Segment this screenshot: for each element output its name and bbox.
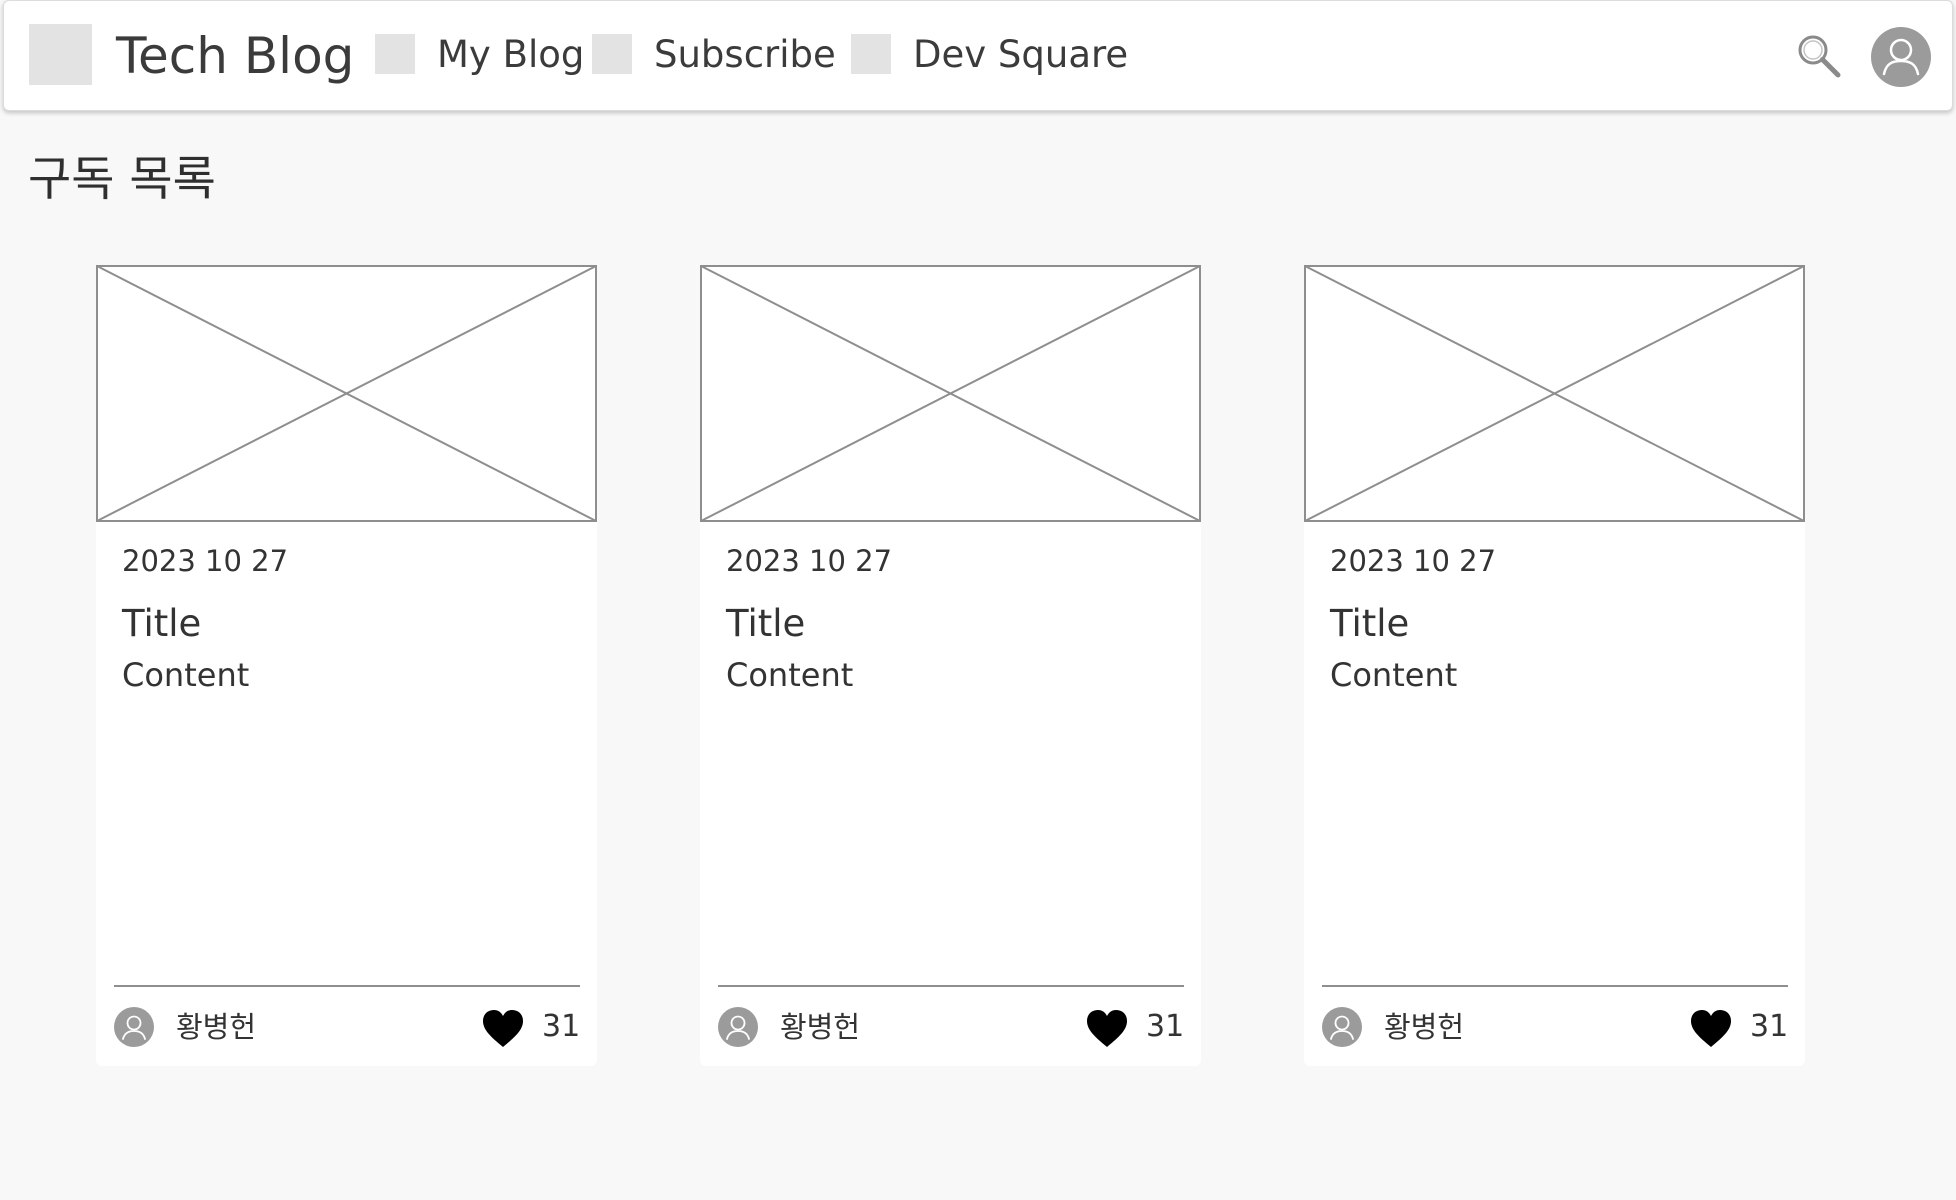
page-title: 구독 목록 <box>28 152 216 207</box>
image-placeholder-icon <box>96 265 597 522</box>
nav-item-subscribe[interactable]: Subscribe <box>592 31 836 77</box>
post-date: 2023 10 27 <box>122 544 289 578</box>
author-avatar-icon[interactable] <box>718 1007 758 1047</box>
post-card[interactable]: 2023 10 27 Title Content 황병헌 31 <box>96 265 597 1066</box>
nav-item-dev-square[interactable]: Dev Square <box>851 31 1128 77</box>
user-avatar-icon[interactable] <box>1870 26 1932 88</box>
post-date: 2023 10 27 <box>726 544 893 578</box>
placeholder-icon <box>851 34 891 74</box>
placeholder-icon <box>592 34 632 74</box>
like-count: 31 <box>1146 1009 1185 1044</box>
nav-item-my-blog[interactable]: My Blog <box>375 31 584 77</box>
app-title[interactable]: Tech Blog <box>116 23 354 89</box>
author-name[interactable]: 황병헌 <box>176 1007 256 1047</box>
like-count: 31 <box>542 1009 581 1044</box>
post-title[interactable]: Title <box>726 600 805 648</box>
post-title[interactable]: Title <box>1330 600 1409 648</box>
post-content: Content <box>726 656 854 694</box>
placeholder-icon <box>375 34 415 74</box>
author-avatar-icon[interactable] <box>1322 1007 1362 1047</box>
divider <box>1322 985 1788 987</box>
heart-icon[interactable] <box>482 1009 524 1049</box>
author-name[interactable]: 황병헌 <box>1384 1007 1464 1047</box>
post-card[interactable]: 2023 10 27 Title Content 황병헌 31 <box>700 265 1201 1066</box>
top-navigation-bar: Tech Blog My Blog Subscribe Dev Square <box>3 0 1953 111</box>
heart-icon[interactable] <box>1086 1009 1128 1049</box>
nav-label: Subscribe <box>654 32 836 76</box>
logo-placeholder-icon[interactable] <box>29 24 92 85</box>
search-icon[interactable] <box>1796 33 1842 79</box>
post-content: Content <box>122 656 250 694</box>
author-avatar-icon[interactable] <box>114 1007 154 1047</box>
post-content: Content <box>1330 656 1458 694</box>
image-placeholder-icon <box>1304 265 1805 522</box>
image-placeholder-icon <box>700 265 1201 522</box>
author-name[interactable]: 황병헌 <box>780 1007 860 1047</box>
divider <box>718 985 1184 987</box>
divider <box>114 985 580 987</box>
post-title[interactable]: Title <box>122 600 201 648</box>
nav-label: Dev Square <box>913 32 1129 76</box>
post-card[interactable]: 2023 10 27 Title Content 황병헌 31 <box>1304 265 1805 1066</box>
heart-icon[interactable] <box>1690 1009 1732 1049</box>
like-count: 31 <box>1750 1009 1789 1044</box>
nav-label: My Blog <box>437 32 585 76</box>
post-date: 2023 10 27 <box>1330 544 1497 578</box>
